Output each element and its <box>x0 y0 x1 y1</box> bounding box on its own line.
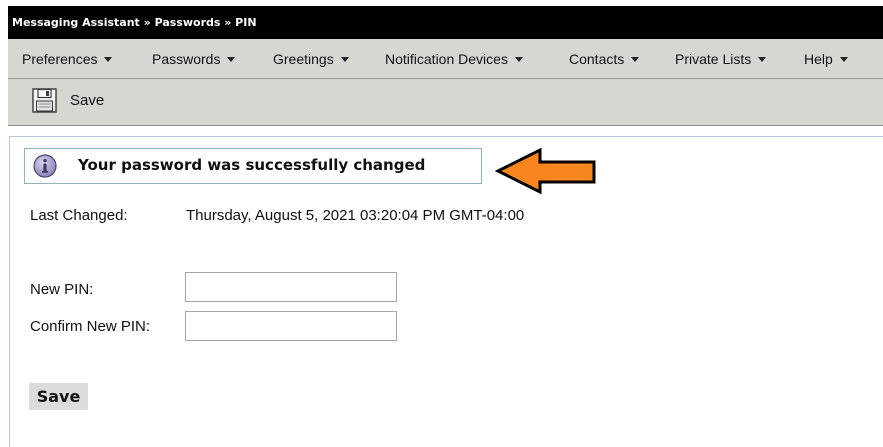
caret-down-icon <box>340 56 349 62</box>
toolbar: Save <box>8 79 883 126</box>
menu-item-label: Greetings <box>273 51 334 67</box>
breadcrumb: Messaging Assistant » Passwords » PIN <box>8 6 883 39</box>
page: Messaging Assistant » Passwords » PIN Pr… <box>0 0 883 447</box>
new-pin-label: New PIN: <box>30 281 94 298</box>
caret-down-icon <box>758 56 767 62</box>
info-icon <box>33 154 57 178</box>
menu-passwords[interactable]: Passwords <box>152 39 236 79</box>
confirm-pin-label: Confirm New PIN: <box>30 318 151 335</box>
caret-down-icon <box>227 56 236 62</box>
floppy-disk-icon <box>32 88 57 113</box>
menu-private-lists[interactable]: Private Lists <box>675 39 767 79</box>
left-arrow-icon <box>495 147 596 195</box>
menu-greetings[interactable]: Greetings <box>273 39 349 79</box>
caret-down-icon <box>839 56 848 62</box>
menu-item-label: Passwords <box>152 51 221 67</box>
menu-item-label: Contacts <box>569 51 625 67</box>
toolbar-save-label: Save <box>70 92 105 109</box>
menu-item-label: Preferences <box>22 51 98 67</box>
menu-contacts[interactable]: Contacts <box>569 39 640 79</box>
success-message: Your password was successfully changed <box>24 148 482 184</box>
last-changed-label: Last Changed: <box>30 207 128 224</box>
caret-down-icon <box>631 56 640 62</box>
success-message-text: Your password was successfully changed <box>78 156 426 174</box>
menu-preferences[interactable]: Preferences <box>22 39 113 79</box>
menu-item-label: Notification Devices <box>385 51 508 67</box>
last-changed-value: Thursday, August 5, 2021 03:20:04 PM GMT… <box>186 207 525 224</box>
save-button[interactable]: Save <box>29 383 88 410</box>
menu-item-label: Private Lists <box>675 51 752 67</box>
caret-down-icon <box>514 56 523 62</box>
new-pin-input[interactable] <box>185 272 397 302</box>
menu-item-label: Help <box>804 51 833 67</box>
caret-down-icon <box>104 56 113 62</box>
menu-notification-devices[interactable]: Notification Devices <box>385 39 523 79</box>
menu-help[interactable]: Help <box>804 39 848 79</box>
confirm-pin-input[interactable] <box>185 311 397 341</box>
menu-bar: Preferences Passwords Greetings Notifica… <box>8 39 883 79</box>
